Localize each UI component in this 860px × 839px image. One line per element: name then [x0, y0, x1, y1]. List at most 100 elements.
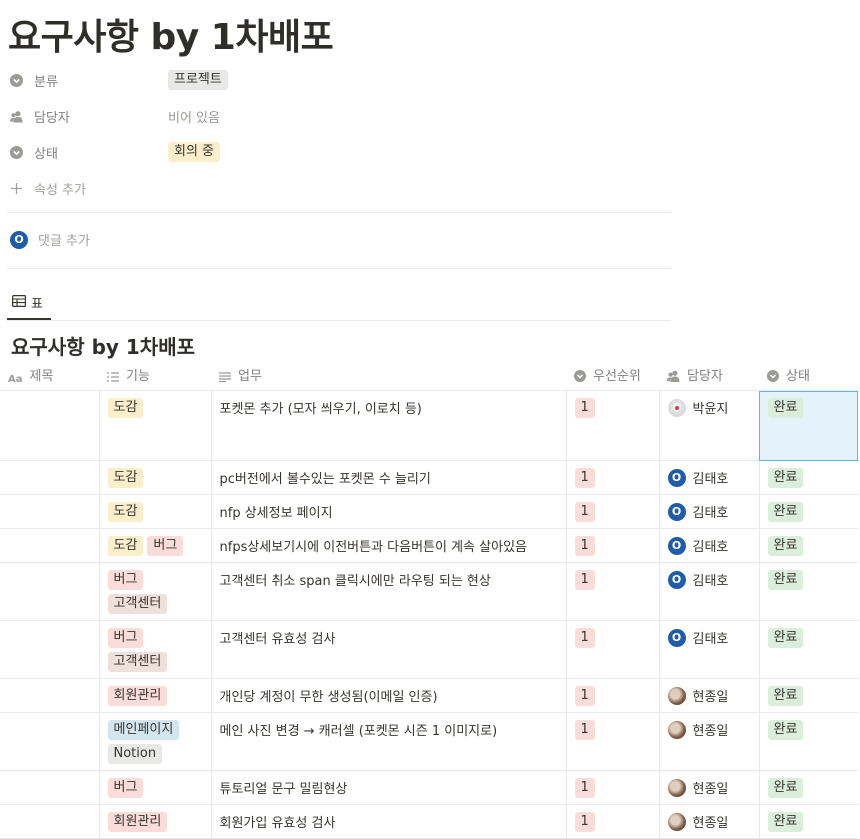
- task-text: pc버전에서 볼수있는 포켓몬 수 늘리기: [219, 472, 431, 487]
- feature-tag: Notion: [107, 744, 163, 764]
- property-row-assignee[interactable]: 담당자 비어 있음: [10, 103, 670, 129]
- cell-assignee[interactable]: 현종일: [659, 770, 760, 805]
- table-row[interactable]: 도감 pc버전에서 볼수있는 포켓몬 수 늘리기 1 O 김태호 완료: [0, 460, 858, 495]
- database-title[interactable]: 요구사항 by 1차배포: [11, 331, 195, 360]
- cell-status[interactable]: 완료: [759, 678, 858, 713]
- avatar: O: [10, 230, 28, 249]
- assignee-name: 김태호: [692, 472, 729, 487]
- cell-priority[interactable]: 1: [566, 390, 660, 461]
- cell-feature[interactable]: 버그 고객센터: [99, 620, 212, 679]
- cell-feature[interactable]: 회원관리: [99, 678, 212, 713]
- priority-tag: 1: [574, 468, 595, 488]
- table-row[interactable]: 버그 고객센터 고객센터 취소 span 클릭시에만 라우팅 되는 현상 1 O 김태호 완…: [0, 562, 858, 621]
- cell-assignee[interactable]: O 김태호: [659, 620, 760, 679]
- cell-status[interactable]: 완료: [759, 562, 858, 621]
- category-tag[interactable]: 프로젝트: [168, 70, 228, 90]
- table-row[interactable]: 버그 고객센터 고객센터 유효성 검사 1 O 김태호 완료: [0, 620, 858, 679]
- feature-tag: 도감: [107, 502, 144, 522]
- column-header-feature[interactable]: 기능: [99, 360, 211, 391]
- status-tag[interactable]: 회의 중: [168, 142, 221, 162]
- assignee-empty-value[interactable]: 비어 있음: [168, 107, 220, 126]
- cell-status[interactable]: 완료: [759, 712, 858, 771]
- cell-feature[interactable]: 도감: [99, 390, 212, 461]
- cell-priority[interactable]: 1: [566, 494, 660, 529]
- cell-feature[interactable]: 도감 버그: [99, 528, 212, 563]
- column-header-title[interactable]: Aa 제목: [0, 360, 99, 391]
- cell-feature[interactable]: 버그 고객센터: [99, 562, 212, 621]
- cell-priority[interactable]: 1: [566, 712, 660, 771]
- table-row[interactable]: 메인페이지 Notion 메인 사진 변경 → 캐러셀 (포켓몬 시즌 1 이미지로…: [0, 712, 858, 771]
- page-title[interactable]: 요구사항 by 1차배포: [8, 8, 334, 60]
- cell-status[interactable]: 완료: [759, 494, 858, 529]
- cell-title[interactable]: [0, 712, 100, 771]
- table-row[interactable]: 도감 버그 nfps상세보기시에 이전버튼과 다음버튼이 계속 살아있음 1 O 김태호 완…: [0, 528, 858, 563]
- divider: [7, 212, 671, 213]
- cell-title[interactable]: [0, 770, 100, 805]
- cell-task[interactable]: 메인 사진 변경 → 캐러셀 (포켓몬 시즌 1 이미지로): [211, 712, 567, 771]
- table-row[interactable]: 회원관리 개인당 계정이 무한 생성됨(이메일 인증) 1 현종일 완료: [0, 678, 858, 713]
- cell-task[interactable]: 포켓몬 추가 (모자 씌우기, 이로치 등): [211, 390, 567, 461]
- feature-tag: 버그: [147, 536, 184, 556]
- cell-title[interactable]: [0, 390, 100, 461]
- cell-task[interactable]: 고객센터 취소 span 클릭시에만 라우팅 되는 현상: [211, 562, 567, 621]
- property-label: 담당자: [34, 110, 70, 126]
- cell-feature[interactable]: 도감: [99, 494, 212, 529]
- cell-title[interactable]: [0, 620, 100, 679]
- cell-task[interactable]: 개인당 계정이 무한 생성됨(이메일 인증): [211, 678, 567, 713]
- feature-tag: 고객센터: [107, 652, 168, 672]
- cell-task[interactable]: 고객센터 유효성 검사: [211, 620, 567, 679]
- cell-assignee[interactable]: 현종일: [659, 678, 760, 713]
- cell-assignee[interactable]: O 김태호: [659, 528, 760, 563]
- add-property-button[interactable]: 속성 추가: [10, 175, 670, 201]
- cell-priority[interactable]: 1: [566, 562, 660, 621]
- text-aa-icon: Aa: [8, 374, 23, 385]
- assignee-name: 현종일: [692, 782, 729, 797]
- cell-status[interactable]: 완료: [759, 460, 858, 495]
- column-header-assignee[interactable]: 담당자: [659, 360, 759, 391]
- cell-priority[interactable]: 1: [566, 620, 660, 679]
- column-header-task[interactable]: 업무: [211, 360, 566, 391]
- table-row[interactable]: 도감 포켓몬 추가 (모자 씌우기, 이로치 등) 1 박윤지 완료: [0, 390, 858, 461]
- column-header-priority[interactable]: 우선순위: [566, 360, 659, 391]
- cell-status[interactable]: 완료: [759, 620, 858, 679]
- task-text: 개인당 계정이 무한 생성됨(이메일 인증): [219, 690, 438, 705]
- cell-status[interactable]: 완료: [759, 390, 858, 461]
- column-header-status[interactable]: 상태: [759, 360, 858, 391]
- cell-title[interactable]: [0, 528, 100, 563]
- assignee-name: 박윤지: [692, 402, 729, 417]
- cell-assignee[interactable]: 현종일: [659, 712, 760, 771]
- cell-task[interactable]: nfps상세보기시에 이전버튼과 다음버튼이 계속 살아있음: [211, 528, 567, 563]
- priority-tag: 1: [574, 812, 595, 832]
- cell-assignee[interactable]: O 김태호: [659, 562, 760, 621]
- cell-assignee[interactable]: O 김태호: [659, 494, 760, 529]
- cell-status[interactable]: 완료: [759, 770, 858, 805]
- cell-feature[interactable]: 도감: [99, 460, 212, 495]
- cell-priority[interactable]: 1: [566, 528, 660, 563]
- feature-tag: 도감: [107, 468, 144, 488]
- cell-assignee[interactable]: 박윤지: [659, 390, 760, 461]
- cell-task[interactable]: nfp 상세정보 페이지: [211, 494, 567, 529]
- property-row-category[interactable]: 분류 프로젝트: [10, 67, 670, 93]
- cell-title[interactable]: [0, 562, 100, 621]
- cell-title[interactable]: [0, 678, 100, 713]
- add-comment[interactable]: O 댓글 추가: [10, 230, 90, 249]
- avatar: O: [667, 502, 686, 521]
- priority-tag: 1: [574, 398, 595, 418]
- cell-status[interactable]: 완료: [759, 528, 858, 563]
- cell-priority[interactable]: 1: [566, 770, 660, 805]
- cell-assignee[interactable]: O 김태호: [659, 460, 760, 495]
- table-row[interactable]: 도감 nfp 상세정보 페이지 1 O 김태호 완료: [0, 494, 858, 529]
- avatar: O: [667, 628, 686, 647]
- property-row-status[interactable]: 상태 회의 중: [10, 139, 670, 165]
- assignee: O 김태호: [667, 628, 751, 647]
- tab-table-view[interactable]: 표: [12, 293, 43, 312]
- cell-priority[interactable]: 1: [566, 460, 660, 495]
- cell-feature[interactable]: 버그: [99, 770, 212, 805]
- cell-task[interactable]: pc버전에서 볼수있는 포켓몬 수 늘리기: [211, 460, 567, 495]
- cell-title[interactable]: [0, 494, 100, 529]
- cell-task[interactable]: 튜토리얼 문구 밀림현상: [211, 770, 567, 805]
- table-row[interactable]: 버그 튜토리얼 문구 밀림현상 1 현종일 완료: [0, 770, 858, 805]
- cell-feature[interactable]: 메인페이지 Notion: [99, 712, 212, 771]
- cell-title[interactable]: [0, 460, 100, 495]
- cell-priority[interactable]: 1: [566, 678, 660, 713]
